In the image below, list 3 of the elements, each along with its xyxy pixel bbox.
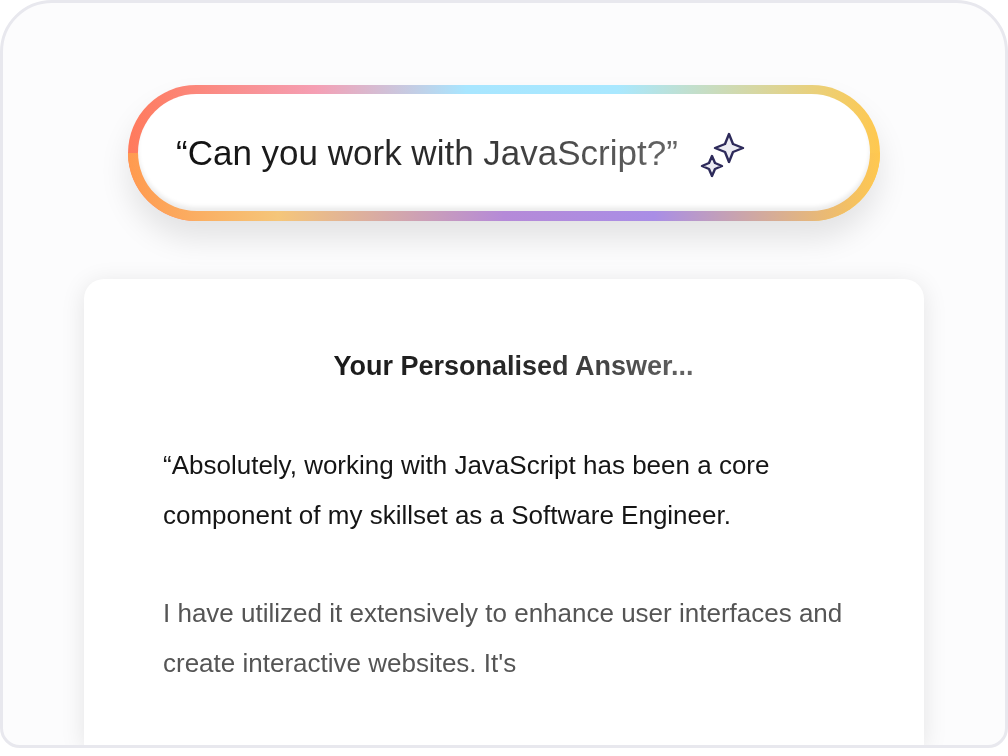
answer-paragraph: “Absolutely, working with JavaScript has been a core component of my skillset as a Software Engineer.: [163, 449, 771, 532]
search-field[interactable]: “Can you work with JavaScript?”: [128, 85, 880, 221]
answer-paragraph: I have utilized it extensively to enhance user interfaces and create interactive websites. It's: [163, 597, 844, 680]
